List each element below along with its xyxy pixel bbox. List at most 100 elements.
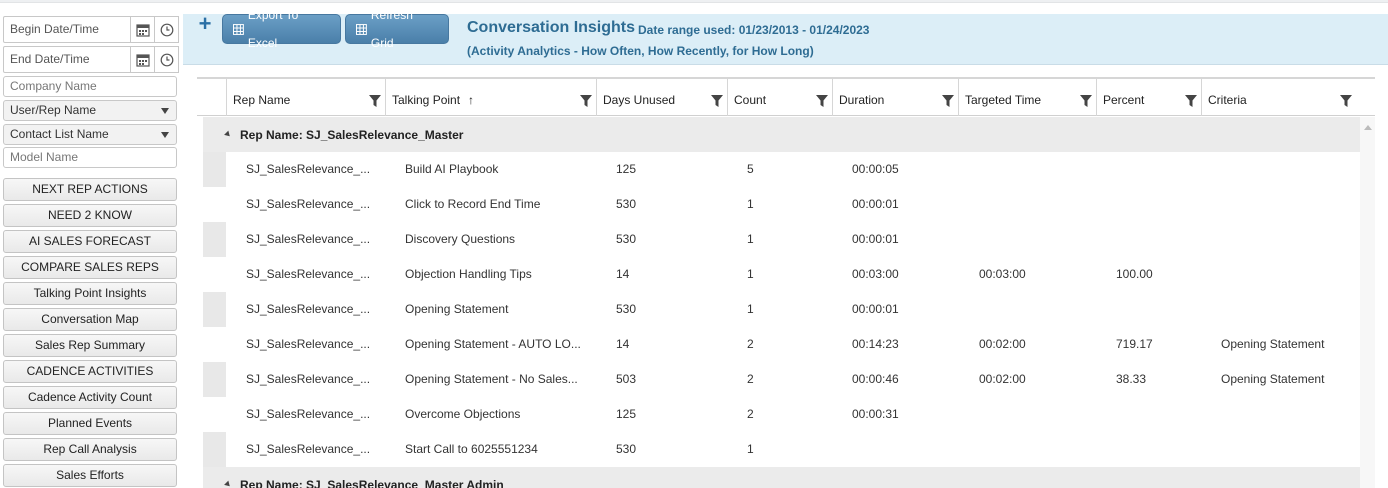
table-row[interactable]: SJ_SalesRelevance_... Opening Statement … bbox=[203, 327, 1360, 362]
rep-call-analysis-button[interactable]: Rep Call Analysis bbox=[3, 438, 177, 461]
planned-events-button[interactable]: Planned Events bbox=[3, 412, 177, 435]
cell-talking-point: Build AI Playbook bbox=[405, 162, 499, 176]
user-rep-label: User/Rep Name bbox=[10, 103, 97, 117]
cell-rep-name: SJ_SalesRelevance_... bbox=[246, 302, 371, 316]
filter-icon[interactable] bbox=[369, 95, 381, 107]
scroll-up-icon[interactable] bbox=[1364, 125, 1372, 130]
cell-percent: 38.33 bbox=[1116, 372, 1147, 386]
add-icon[interactable]: + bbox=[196, 13, 214, 35]
sales-rep-summary-button[interactable]: Sales Rep Summary bbox=[3, 334, 177, 357]
end-date-input[interactable]: End Date/Time bbox=[3, 46, 131, 73]
table-row[interactable]: SJ_SalesRelevance_... Click to Record En… bbox=[203, 187, 1360, 222]
filter-sidebar: Begin Date/Time End Date/Time Company Na… bbox=[0, 14, 183, 488]
cell-talking-point: Objection Handling Tips bbox=[405, 267, 532, 281]
cell-count: 1 bbox=[747, 232, 754, 246]
sales-efforts-button[interactable]: Sales Efforts bbox=[3, 464, 177, 487]
cell-rep-name: SJ_SalesRelevance_... bbox=[246, 197, 371, 211]
cell-count: 2 bbox=[747, 337, 754, 351]
next-rep-actions-button[interactable]: NEXT REP ACTIONS bbox=[3, 178, 177, 201]
insights-grid: Rep Name Talking Point ↑ Days Unused Coun… bbox=[197, 77, 1375, 488]
group-header[interactable]: Rep Name: SJ_SalesRelevance_Master bbox=[203, 117, 1360, 152]
cell-duration: 00:00:46 bbox=[852, 372, 899, 386]
chevron-down-icon bbox=[161, 108, 169, 114]
filter-icon[interactable] bbox=[1340, 95, 1352, 107]
column-header-duration[interactable]: Duration bbox=[832, 79, 958, 116]
grid-header: Rep Name Talking Point ↑ Days Unused Coun… bbox=[197, 79, 1375, 116]
compare-sales-reps-button[interactable]: COMPARE SALES REPS bbox=[3, 256, 177, 279]
collapse-icon[interactable] bbox=[224, 130, 232, 139]
refresh-label: Refresh Grid bbox=[370, 8, 413, 50]
filter-icon[interactable] bbox=[580, 95, 592, 107]
table-row[interactable]: SJ_SalesRelevance_... Opening Statement … bbox=[203, 292, 1360, 327]
conversation-map-button[interactable]: Conversation Map bbox=[3, 308, 177, 331]
column-header-days-unused[interactable]: Days Unused bbox=[596, 79, 727, 116]
talking-point-insights-button[interactable]: Talking Point Insights bbox=[3, 282, 177, 305]
cell-days-unused: 125 bbox=[616, 162, 637, 176]
cell-talking-point: Click to Record End Time bbox=[405, 197, 541, 211]
column-header-targeted-time[interactable]: Targeted Time bbox=[958, 79, 1096, 116]
cell-criteria: Opening Statement bbox=[1221, 372, 1325, 386]
calendar-icon[interactable] bbox=[131, 46, 155, 73]
cell-talking-point: Opening Statement bbox=[405, 302, 509, 316]
table-row[interactable]: SJ_SalesRelevance_... Overcome Objection… bbox=[203, 397, 1360, 432]
cadence-activities-button[interactable]: CADENCE ACTIVITIES bbox=[3, 360, 177, 383]
filter-icon[interactable] bbox=[1185, 95, 1197, 107]
filter-icon[interactable] bbox=[816, 95, 828, 107]
chevron-down-icon bbox=[161, 132, 169, 138]
column-label: Count bbox=[734, 93, 767, 107]
cell-days-unused: 14 bbox=[616, 337, 630, 351]
cell-count: 2 bbox=[747, 407, 754, 421]
group-label: Rep Name: SJ_SalesRelevance_Master Admin bbox=[240, 478, 504, 488]
refresh-grid-button[interactable]: Refresh Grid bbox=[345, 8, 449, 50]
vertical-scrollbar[interactable] bbox=[1360, 117, 1375, 488]
model-name-input[interactable]: Model Name bbox=[3, 147, 177, 168]
cell-days-unused: 125 bbox=[616, 407, 637, 421]
cell-duration: 00:00:05 bbox=[852, 162, 899, 176]
cell-rep-name: SJ_SalesRelevance_... bbox=[246, 442, 371, 456]
cell-count: 1 bbox=[747, 302, 754, 316]
column-label: Talking Point bbox=[392, 93, 461, 107]
cell-rep-name: SJ_SalesRelevance_... bbox=[246, 267, 371, 281]
end-date-row: End Date/Time bbox=[3, 46, 179, 73]
column-header-criteria[interactable]: Criteria bbox=[1201, 79, 1356, 116]
filter-icon[interactable] bbox=[711, 95, 723, 107]
grid-icon bbox=[356, 23, 367, 35]
contact-list-dropdown[interactable]: Contact List Name bbox=[3, 124, 177, 145]
table-row[interactable]: SJ_SalesRelevance_... Start Call to 6025… bbox=[203, 432, 1360, 467]
clock-icon[interactable] bbox=[155, 16, 179, 43]
filter-icon[interactable] bbox=[1080, 95, 1092, 107]
column-header-count[interactable]: Count bbox=[727, 79, 832, 116]
clock-icon[interactable] bbox=[155, 46, 179, 73]
cell-count: 1 bbox=[747, 267, 754, 281]
grid-body: Rep Name: SJ_SalesRelevance_Master SJ_Sa… bbox=[197, 117, 1360, 488]
column-header-rep-name[interactable]: Rep Name bbox=[226, 79, 385, 116]
contact-list-label: Contact List Name bbox=[10, 127, 109, 141]
cell-rep-name: SJ_SalesRelevance_... bbox=[246, 337, 371, 351]
user-rep-dropdown[interactable]: User/Rep Name bbox=[3, 100, 177, 121]
table-row[interactable]: SJ_SalesRelevance_... Opening Statement … bbox=[203, 362, 1360, 397]
cell-duration: 00:14:23 bbox=[852, 337, 899, 351]
cell-duration: 00:00:01 bbox=[852, 232, 899, 246]
cadence-activity-count-button[interactable]: Cadence Activity Count bbox=[3, 386, 177, 409]
column-header-talking-point[interactable]: Talking Point ↑ bbox=[385, 79, 596, 116]
cell-rep-name: SJ_SalesRelevance_... bbox=[246, 407, 371, 421]
company-name-input[interactable]: Company Name bbox=[3, 76, 177, 97]
table-row[interactable]: SJ_SalesRelevance_... Build AI Playbook … bbox=[203, 152, 1360, 187]
need-2-know-button[interactable]: NEED 2 KNOW bbox=[3, 204, 177, 227]
filter-icon[interactable] bbox=[942, 95, 954, 107]
group-header[interactable]: Rep Name: SJ_SalesRelevance_Master Admin bbox=[203, 467, 1360, 488]
ai-sales-forecast-button[interactable]: AI SALES FORECAST bbox=[3, 230, 177, 253]
column-label: Duration bbox=[839, 93, 885, 107]
cell-talking-point: Start Call to 6025551234 bbox=[405, 442, 538, 456]
begin-date-input[interactable]: Begin Date/Time bbox=[3, 16, 131, 43]
table-row[interactable]: SJ_SalesRelevance_... Discovery Question… bbox=[203, 222, 1360, 257]
cell-duration: 00:03:00 bbox=[852, 267, 899, 281]
collapse-icon[interactable] bbox=[224, 480, 232, 488]
export-to-excel-button[interactable]: Export To Excel bbox=[222, 8, 341, 50]
table-row[interactable]: SJ_SalesRelevance_... Objection Handling… bbox=[203, 257, 1360, 292]
column-header-percent[interactable]: Percent bbox=[1096, 79, 1201, 116]
cell-talking-point: Overcome Objections bbox=[405, 407, 521, 421]
calendar-icon[interactable] bbox=[131, 16, 155, 43]
cell-days-unused: 530 bbox=[616, 302, 637, 316]
cell-duration: 00:00:01 bbox=[852, 197, 899, 211]
